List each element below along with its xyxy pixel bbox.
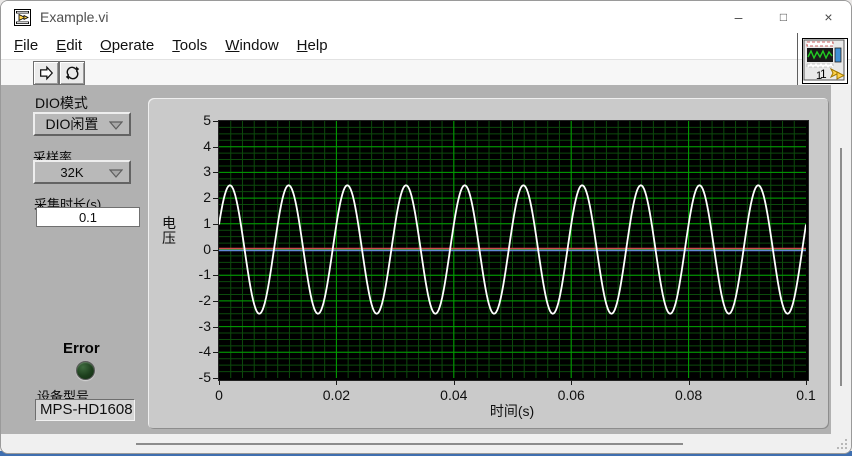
vertical-scrollbar[interactable] (831, 85, 851, 434)
y-tick-mark (213, 301, 218, 302)
y-tick-mark (213, 224, 218, 225)
toolbar: 1 1 (1, 60, 851, 86)
y-tick-label: -1 (171, 266, 211, 282)
error-led-indicator[interactable] (76, 361, 95, 380)
maximize-button[interactable]: □ (761, 1, 806, 33)
y-tick-mark (213, 275, 218, 276)
x-tick-mark (219, 380, 220, 385)
menu-bar: FileEditOperateToolsWindowHelp (1, 33, 851, 60)
x-tick-label: 0.02 (308, 387, 364, 403)
window-controls: – □ × (716, 1, 851, 33)
x-tick-label: 0.08 (661, 387, 717, 403)
y-tick-mark (213, 327, 218, 328)
vi-icon-badge: 1 (816, 70, 822, 82)
run-continuous-button[interactable] (59, 61, 85, 85)
y-tick-label: 3 (171, 163, 211, 179)
y-tick-mark (213, 172, 218, 173)
plot-canvas (219, 121, 806, 378)
horizontal-scrollbar-thumb[interactable] (136, 443, 683, 445)
menu-item-edit[interactable]: Edit (47, 33, 91, 59)
horizontal-scrollbar[interactable] (1, 434, 851, 453)
x-tick-mark (454, 380, 455, 385)
y-tick-mark (213, 198, 218, 199)
chevron-down-icon (109, 121, 123, 130)
minimize-button[interactable]: – (716, 1, 761, 33)
waveform-chart[interactable]: 电压 时间(s) 543210-1-2-3-4-500.020.040.060.… (148, 98, 829, 429)
x-tick-mark (806, 380, 807, 385)
run-button[interactable] (33, 61, 59, 85)
sample-rate-value: 32K (60, 165, 103, 180)
chevron-down-icon (109, 169, 123, 178)
toolbar-divider (797, 33, 798, 85)
y-tick-label: -4 (171, 343, 211, 359)
labview-window: Example.vi – □ × FileEditOperateToolsWin… (0, 0, 852, 454)
dio-mode-dropdown[interactable]: DIO闲置 (33, 112, 131, 136)
x-tick-mark (571, 380, 572, 385)
run-arrow-icon (37, 65, 55, 81)
y-tick-mark (213, 121, 218, 122)
duration-input[interactable] (36, 207, 140, 227)
y-tick-mark (213, 250, 218, 251)
y-tick-label: 1 (171, 215, 211, 231)
menu-item-window[interactable]: Window (216, 33, 287, 59)
x-tick-label: 0 (191, 387, 247, 403)
dio-mode-value: DIO闲置 (46, 114, 119, 134)
window-title: Example.vi (40, 9, 108, 25)
title-bar[interactable]: Example.vi – □ × (1, 1, 851, 33)
y-tick-label: -5 (171, 369, 211, 385)
front-panel: DIO模式 DIO闲置 采样率 32K 采集时长(s) Error 设备型号 M… (1, 85, 831, 434)
vi-icon[interactable]: 1 1 (802, 38, 848, 84)
y-tick-label: -3 (171, 318, 211, 334)
y-tick-label: 4 (171, 138, 211, 154)
x-tick-label: 0.04 (426, 387, 482, 403)
y-tick-label: 0 (171, 241, 211, 257)
error-label: Error (63, 340, 100, 357)
labview-vi-file-icon (14, 9, 31, 26)
menu-item-help[interactable]: Help (288, 33, 337, 59)
resize-grip[interactable] (837, 439, 847, 449)
close-button[interactable]: × (806, 1, 851, 33)
menu-item-operate[interactable]: Operate (91, 33, 163, 59)
y-tick-mark (213, 378, 218, 379)
x-tick-label: 0.06 (543, 387, 599, 403)
y-tick-label: 5 (171, 112, 211, 128)
vertical-scrollbar-thumb[interactable] (840, 148, 842, 386)
x-tick-label: 0.1 (778, 387, 834, 403)
x-tick-mark (336, 380, 337, 385)
y-tick-mark (213, 147, 218, 148)
x-axis-label: 时间(s) (412, 401, 612, 421)
y-tick-label: 2 (171, 189, 211, 205)
menu-item-tools[interactable]: Tools (163, 33, 216, 59)
y-tick-mark (213, 352, 218, 353)
y-tick-label: -2 (171, 292, 211, 308)
run-continuous-icon (64, 65, 81, 81)
menu-item-file[interactable]: File (5, 33, 47, 59)
x-tick-mark (689, 380, 690, 385)
device-model-value[interactable]: MPS-HD1608 (35, 399, 135, 421)
sample-rate-dropdown[interactable]: 32K (33, 160, 131, 184)
plot-area[interactable] (218, 120, 809, 381)
dio-mode-label: DIO模式 (35, 93, 88, 113)
